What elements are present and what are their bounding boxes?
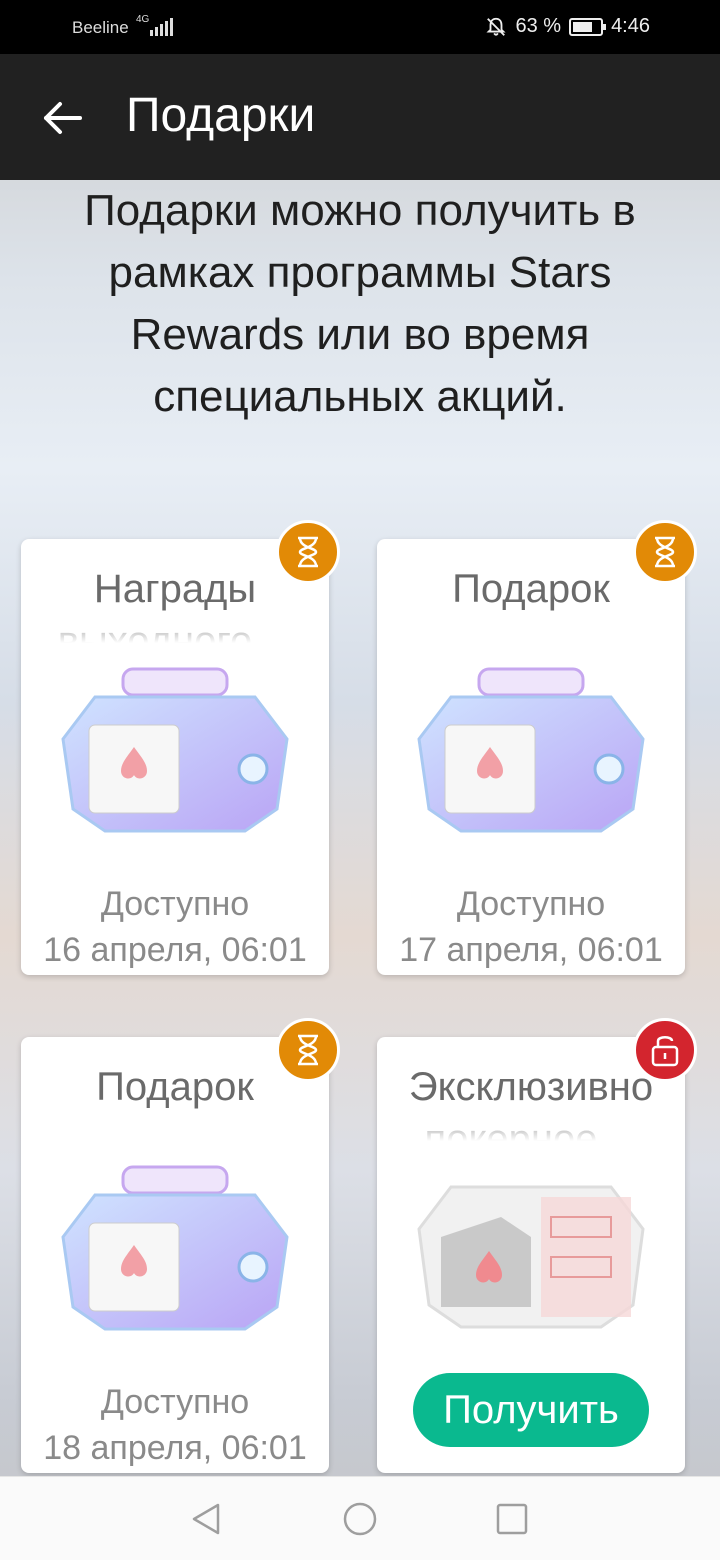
unlock-icon <box>633 1018 697 1082</box>
recents-square-icon[interactable] <box>494 1501 530 1537</box>
intro-text: Подарки можно получить в рамках программ… <box>84 186 636 421</box>
status-right: 63 % 4:46 <box>485 15 650 38</box>
claim-button[interactable]: Получить <box>413 1373 649 1447</box>
battery-percent: 63 % <box>515 15 562 37</box>
availability-label: Доступно <box>100 1383 250 1421</box>
hourglass-icon <box>276 1018 340 1082</box>
gift-card[interactable]: Эксклюзивно покерное… Получить <box>377 1037 685 1473</box>
app-bar: Подарки <box>0 54 720 180</box>
gift-card[interactable]: Награды выходного… Доступно 16 апреля, 0… <box>21 539 329 975</box>
carrier-label: Beeline <box>72 18 129 37</box>
page-title: Подарки <box>126 89 316 142</box>
gift-card[interactable]: Подарок Доступно 18 апреля, 06:01 <box>21 1037 329 1473</box>
clock: 4:46 <box>611 15 650 37</box>
network-type-label: 4G <box>136 14 150 25</box>
gift-chest-image <box>61 667 289 833</box>
home-circle-icon[interactable] <box>342 1501 378 1537</box>
back-arrow-icon[interactable] <box>38 94 86 142</box>
availability-label: Доступно <box>456 885 606 923</box>
availability-date: 17 апреля, 06:01 <box>399 931 663 969</box>
signal-icon <box>150 16 173 36</box>
poker-chest-image <box>417 1185 645 1329</box>
battery-icon <box>569 17 607 36</box>
back-triangle-icon[interactable] <box>188 1501 224 1537</box>
gift-chest-image <box>417 667 645 833</box>
availability-date: 16 апреля, 06:01 <box>43 931 307 969</box>
system-nav-bar <box>0 1476 720 1560</box>
availability-label: Доступно <box>100 885 250 923</box>
gift-card[interactable]: Подарок Доступно 17 апреля, 06:01 <box>377 539 685 975</box>
availability-date: 18 апреля, 06:01 <box>43 1429 307 1467</box>
status-bar: Beeline 4G 63 % 4:46 <box>0 0 720 54</box>
hourglass-icon <box>633 520 697 584</box>
gift-chest-image <box>61 1165 289 1331</box>
mute-bell-icon <box>486 17 507 36</box>
hourglass-icon <box>276 520 340 584</box>
